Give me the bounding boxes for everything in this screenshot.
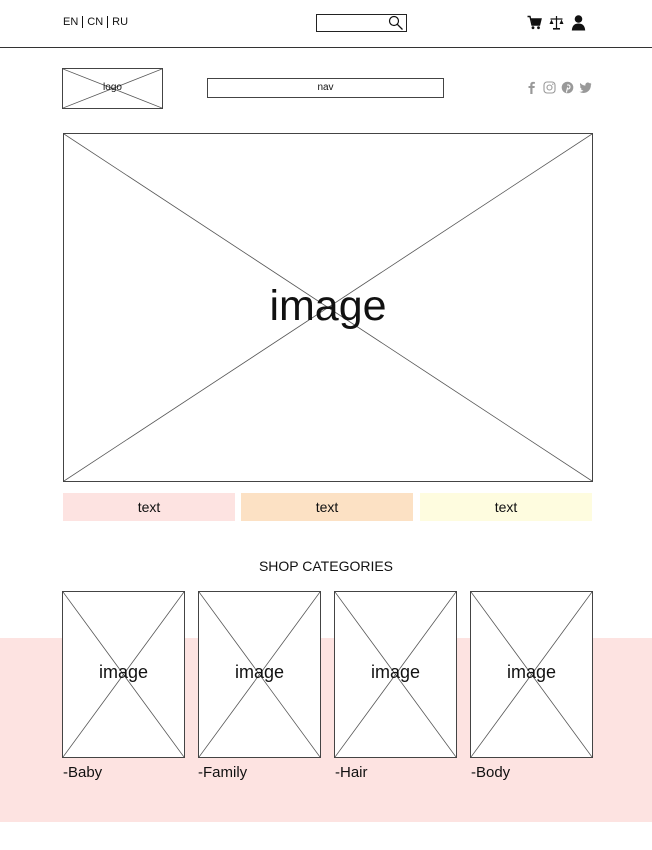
cart-icon[interactable]	[527, 14, 542, 31]
logo[interactable]: logo	[62, 68, 163, 109]
category-image-label: image	[234, 662, 285, 682]
category-card-hair[interactable]: image	[334, 591, 457, 758]
language-divider	[107, 16, 109, 28]
language-switcher: EN CN RU	[63, 16, 128, 28]
promo-banner-3[interactable]: text	[420, 493, 592, 521]
category-link-body[interactable]: -Body	[471, 764, 510, 781]
pinterest-icon[interactable]	[561, 81, 574, 94]
top-bar: EN CN RU	[0, 0, 652, 48]
instagram-icon[interactable]	[543, 81, 556, 94]
language-divider	[82, 16, 84, 28]
promo-banner-2[interactable]: text	[241, 493, 413, 521]
category-image-label: image	[98, 662, 149, 682]
category-card-baby[interactable]: image	[62, 591, 185, 758]
category-link-family[interactable]: -Family	[198, 764, 247, 781]
category-link-baby[interactable]: -Baby	[63, 764, 102, 781]
category-card-family[interactable]: image	[198, 591, 321, 758]
nav-bar[interactable]: nav	[207, 78, 444, 98]
category-card-body[interactable]: image	[470, 591, 593, 758]
hero-image: image	[63, 133, 593, 482]
category-image-label: image	[506, 662, 557, 682]
language-en[interactable]: EN	[63, 16, 78, 28]
facebook-icon[interactable]	[525, 81, 538, 94]
category-image-label: image	[370, 662, 421, 682]
search-icon[interactable]	[388, 15, 404, 31]
social-links	[525, 81, 592, 94]
category-link-hair[interactable]: -Hair	[335, 764, 368, 781]
search-box	[316, 14, 407, 34]
shop-categories-title: SHOP CATEGORIES	[258, 558, 394, 574]
scales-icon[interactable]	[549, 14, 564, 31]
header: logo nav	[0, 66, 652, 112]
language-ru[interactable]: RU	[112, 16, 128, 28]
logo-label: logo	[103, 82, 122, 93]
user-icon[interactable]	[571, 14, 586, 31]
promo-banner-1[interactable]: text	[63, 493, 235, 521]
twitter-icon[interactable]	[579, 81, 592, 94]
language-cn[interactable]: CN	[87, 16, 103, 28]
hero-image-label: image	[269, 282, 387, 330]
search-input[interactable]	[317, 17, 389, 34]
account-icons	[527, 14, 586, 31]
